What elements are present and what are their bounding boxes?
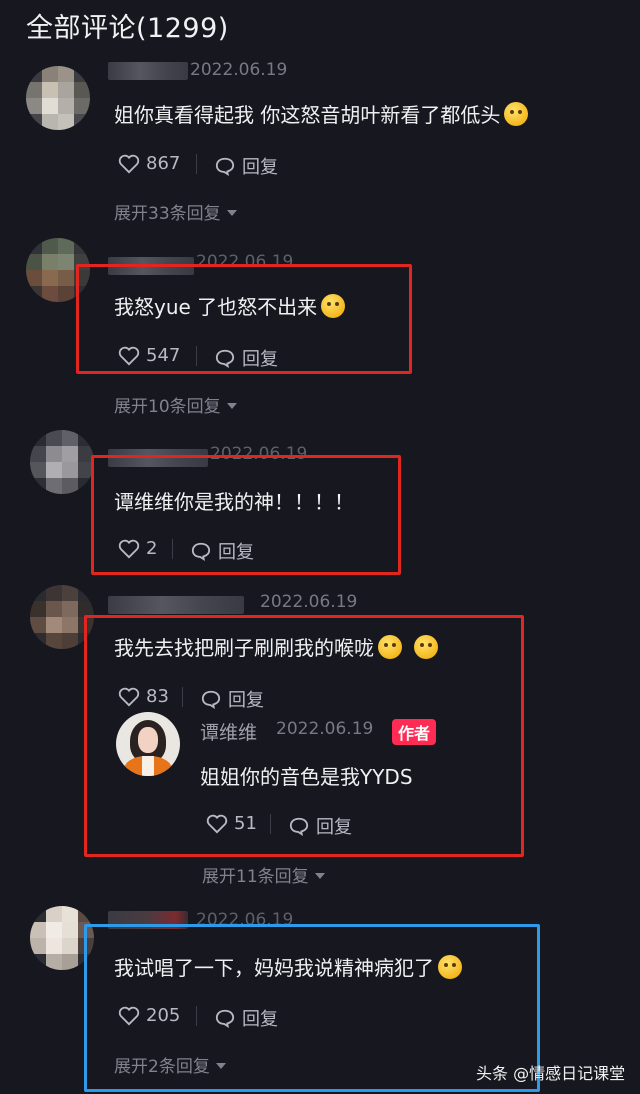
rofl-face-icon [378,635,402,659]
reply-button[interactable]: 回复 [200,686,264,712]
like-button[interactable]: 2 [118,538,157,559]
like-count: 83 [146,686,169,707]
like-button[interactable]: 51 [206,813,257,834]
expand-replies-label: 展开11条回复 [202,867,309,887]
reply-label: 回复 [228,690,264,711]
author-badge: 作者 [392,719,437,745]
watermark: 头条 @情感日记课堂 [476,1064,626,1083]
reply-button[interactable]: 回复 [214,153,278,179]
comment-date: 2022.06.19 [190,60,288,80]
like-button[interactable]: 867 [118,153,180,174]
like-count: 205 [146,1005,181,1026]
comment-text: 我先去找把刷子刷刷我的喉咙 [114,632,438,661]
comments-header-title: 全部评论(1299) [26,13,229,44]
comment-text: 我怒yue 了也怒不出来 [114,291,346,320]
comment-text-body: 我怒yue 了也怒不出来 [114,295,318,319]
expand-replies-label: 展开2条回复 [114,1057,210,1077]
comment-text: 我试唱了一下，妈妈我说精神病犯了 [114,952,462,981]
expand-replies-button[interactable]: 展开11条回复 [202,862,325,887]
reply-text: 姐姐你的音色是我YYDS [200,765,413,789]
comment-date: 2022.06.19 [260,592,358,612]
heart-icon [118,687,140,706]
expand-replies-button[interactable]: 展开10条回复 [114,392,237,417]
chevron-down-icon [226,402,237,409]
reply-label: 回复 [316,817,352,838]
chevron-down-icon [314,872,325,879]
chevron-down-icon [215,1062,226,1069]
reply-label: 回复 [242,349,278,370]
comment-bubble-icon [191,542,211,561]
divider [196,346,197,366]
like-count: 547 [146,345,181,366]
comment-text: 谭维维你是我的神！！！！ [114,490,354,514]
like-button[interactable]: 547 [118,345,180,366]
comment-bubble-icon [215,349,235,368]
heart-icon [206,814,228,833]
comment-text-body: 我试唱了一下，妈妈我说精神病犯了 [114,956,434,980]
reply-button[interactable]: 回复 [214,1005,278,1031]
comment-text-body: 姐你真看得起我 你这怒音胡叶新看了都低头 [114,103,501,127]
divider [196,1006,197,1026]
comment-text: 姐你真看得起我 你这怒音胡叶新看了都低头 [114,99,529,128]
comment-bubble-icon [201,690,221,709]
chevron-down-icon [226,209,237,216]
divider [182,687,183,707]
comment-bubble-icon [215,1009,235,1028]
reply-button[interactable]: 回复 [190,538,254,564]
reply-label: 回复 [242,1009,278,1030]
pleading-face-icon [321,294,346,318]
like-count: 2 [146,538,158,559]
username-blurred[interactable] [108,62,188,80]
heart-icon [118,346,140,365]
like-button[interactable]: 83 [118,686,169,707]
reply-date: 2022.06.19 [276,719,374,739]
like-count: 51 [234,813,257,834]
divider [270,814,271,834]
author-avatar[interactable] [116,712,180,776]
comment-text-body: 我先去找把刷子刷刷我的喉咙 [114,636,374,660]
like-count: 867 [146,153,181,174]
comment-bubble-icon [289,817,309,836]
heart-icon [118,1006,140,1025]
expand-replies-button[interactable]: 展开33条回复 [114,199,237,224]
divider [172,539,173,559]
heart-icon [118,154,140,173]
reply-label: 回复 [242,157,278,178]
comment-bubble-icon [215,157,235,176]
heart-icon [118,539,140,558]
expand-replies-button[interactable]: 展开2条回复 [114,1052,226,1077]
author-name[interactable]: 谭维维 [200,718,257,745]
crying-face-icon [504,102,529,126]
like-button[interactable]: 205 [118,1005,180,1026]
avatar[interactable] [26,66,90,130]
reply-button[interactable]: 回复 [214,345,278,371]
divider [196,154,197,174]
rofl-face-icon [414,635,438,659]
reply-label: 回复 [218,542,254,563]
expand-replies-label: 展开33条回复 [114,204,221,224]
expand-replies-label: 展开10条回复 [114,397,221,417]
reply-button[interactable]: 回复 [288,813,352,839]
username-blurred[interactable] [108,596,244,614]
avatar[interactable] [30,430,94,494]
grinning-face-icon [438,955,462,979]
